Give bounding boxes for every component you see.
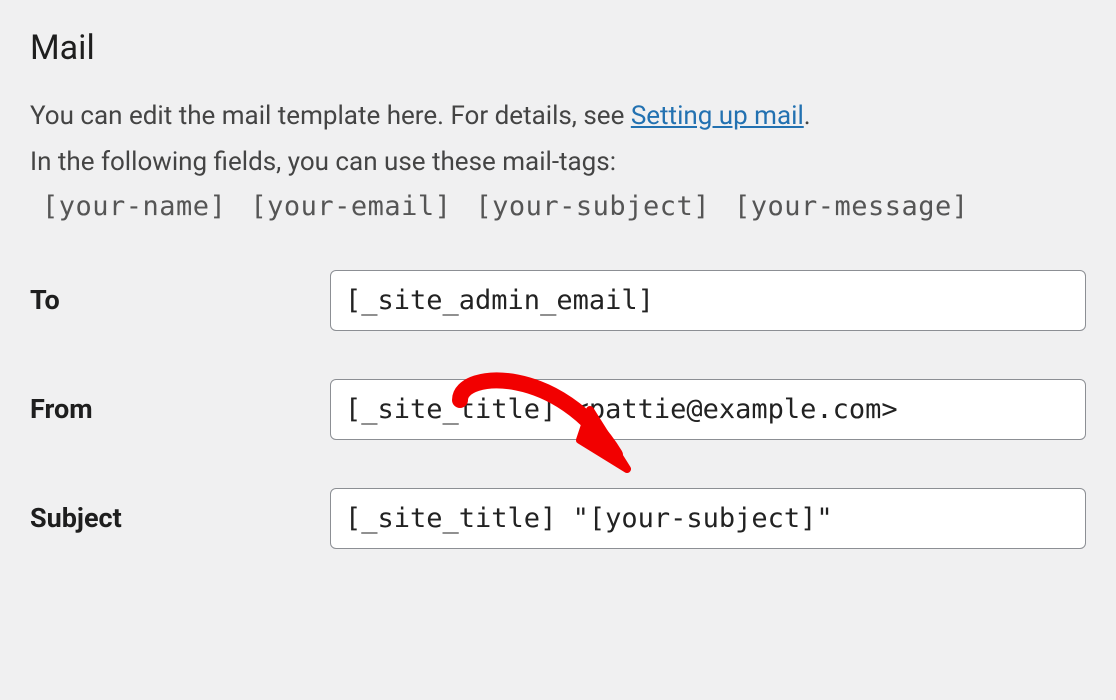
mailtag: [your-email] xyxy=(250,191,451,222)
intro-line2: In the following fields, you can use the… xyxy=(30,142,1086,182)
mailtag: [your-name] xyxy=(42,191,226,222)
mailtag: [your-subject] xyxy=(475,191,710,222)
to-input[interactable] xyxy=(330,270,1086,331)
to-label: To xyxy=(30,284,330,316)
from-label: From xyxy=(30,393,330,425)
mailtag: [your-message] xyxy=(734,191,969,222)
setting-up-mail-link[interactable]: Setting up mail xyxy=(631,101,804,131)
field-row-to: To xyxy=(30,270,1086,331)
from-input[interactable] xyxy=(330,379,1086,440)
subject-label: Subject xyxy=(30,502,330,534)
field-row-from: From xyxy=(30,379,1086,440)
mailtags-list: [your-name] [your-email] [your-subject] [yo… xyxy=(42,191,1086,222)
intro-text: You can edit the mail template here. For… xyxy=(30,96,1086,136)
intro-suffix: . xyxy=(804,101,811,131)
subject-input[interactable] xyxy=(330,488,1086,549)
field-row-subject: Subject xyxy=(30,488,1086,549)
mail-panel-title: Mail xyxy=(30,28,1086,68)
intro-prefix: You can edit the mail template here. For… xyxy=(30,101,631,131)
